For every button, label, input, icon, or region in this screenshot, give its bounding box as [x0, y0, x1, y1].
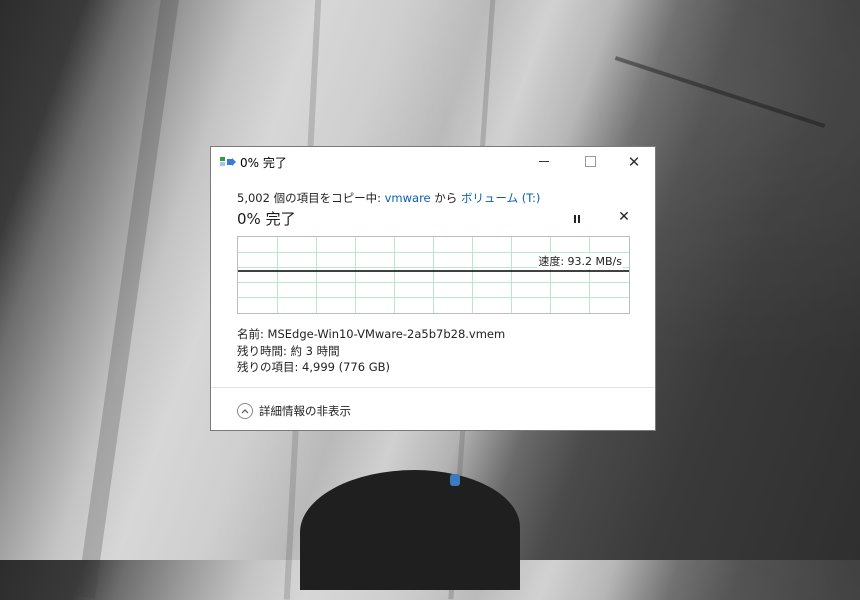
progress-title: 0% 完了	[237, 210, 296, 228]
wallpaper-crack	[614, 56, 826, 128]
title-bar[interactable]: 0% 完了 ✕	[211, 147, 655, 176]
maximize-icon	[584, 156, 596, 167]
maximize-button[interactable]	[567, 147, 613, 176]
speed-graph-canvas	[238, 237, 629, 313]
items-remaining-text: 残りの項目: 4,999 (776 GB)	[237, 360, 390, 374]
file-copy-icon	[220, 157, 236, 166]
minimize-icon	[539, 161, 549, 162]
close-button[interactable]: ✕	[611, 147, 657, 176]
chevron-up-icon	[237, 403, 253, 419]
hide-details-label: 詳細情報の非表示	[259, 404, 351, 418]
minimize-button[interactable]	[521, 147, 567, 176]
wallpaper-streak	[76, 0, 182, 599]
graph-gridlines	[238, 237, 629, 313]
pause-icon	[574, 215, 576, 223]
copy-prefix: 5,002 個の項目をコピー中:	[237, 191, 385, 205]
wallpaper-climber	[450, 474, 460, 486]
close-icon: ✕	[627, 152, 641, 171]
file-name-text: 名前: MSEdge-Win10-VMware-2a5b7b28.vmem	[237, 327, 506, 341]
transfer-speed-graph: 速度: 93.2 MB/s	[237, 236, 630, 314]
source-folder-link[interactable]: vmware	[385, 191, 431, 205]
copy-description: 5,002 個の項目をコピー中: vmware から ボリューム (T:)	[237, 190, 540, 206]
time-remaining-text: 残り時間: 約 3 時間	[237, 344, 340, 358]
cancel-button[interactable]: ✕	[614, 207, 634, 227]
hide-details-toggle[interactable]: 詳細情報の非表示	[237, 401, 351, 421]
speed-label: 速度: 93.2 MB/s	[537, 253, 623, 269]
pause-icon	[578, 215, 580, 223]
pause-button[interactable]	[567, 210, 587, 228]
window-title: 0% 完了	[240, 156, 287, 170]
copy-middle: から	[430, 191, 461, 205]
footer-divider	[211, 387, 655, 388]
wallpaper-boulder	[300, 470, 520, 590]
destination-volume-link[interactable]: ボリューム (T:)	[461, 191, 540, 205]
file-copy-dialog: 0% 完了 ✕ 5,002 個の項目をコピー中: vmware から ボリューム…	[210, 146, 656, 431]
